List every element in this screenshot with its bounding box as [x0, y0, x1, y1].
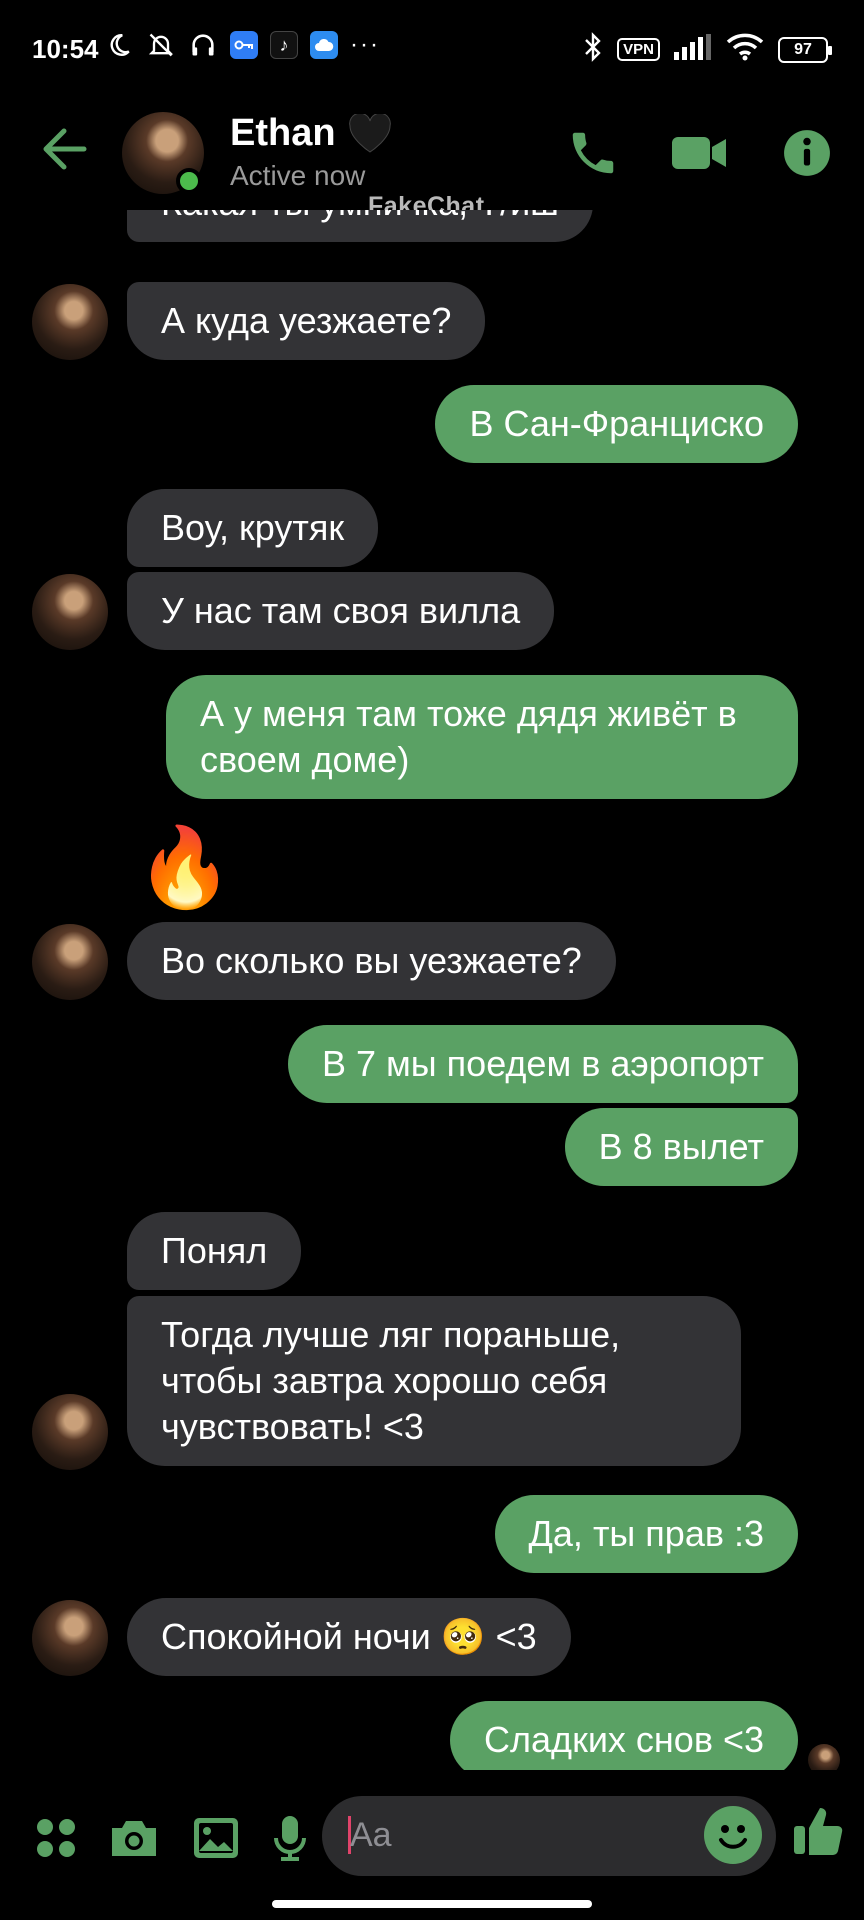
contact-avatar-small[interactable]: [32, 574, 108, 650]
microphone-icon: [274, 1816, 306, 1861]
status-time: 10:54: [32, 34, 99, 64]
message-outgoing[interactable]: В Сан-Франциско: [435, 385, 798, 463]
video-camera-icon: [672, 137, 726, 169]
message-incoming[interactable]: У нас там своя вилла: [127, 572, 555, 650]
contact-name: Ethan: [230, 112, 336, 154]
emoji-button[interactable]: [704, 1806, 762, 1864]
info-button[interactable]: [776, 122, 838, 184]
composer-bar: Aa: [0, 1790, 864, 1880]
wifi-icon: [726, 33, 764, 66]
more-actions-button[interactable]: [28, 1810, 84, 1866]
phone-icon: [572, 132, 614, 174]
message-incoming[interactable]: Воу, крутяк: [127, 489, 379, 567]
tiktok-icon: ♪: [270, 31, 298, 59]
image-icon: [194, 1818, 238, 1858]
message-incoming[interactable]: Понял: [127, 1212, 302, 1290]
seen-receipt-avatar: [808, 1744, 840, 1770]
online-indicator: [176, 168, 202, 194]
vpn-badge: VPN: [617, 38, 660, 61]
message-input[interactable]: Aa: [322, 1796, 776, 1876]
message-list[interactable]: Какая ты умничка, Т/иш А куда уезжаете? …: [0, 210, 864, 1770]
contact-avatar-small[interactable]: [32, 1394, 108, 1470]
message-incoming[interactable]: А куда уезжаете?: [127, 282, 486, 360]
battery-indicator: 97: [778, 36, 832, 63]
thumbs-up-icon: [794, 1808, 843, 1855]
status-icons-right: VPN 97: [583, 32, 832, 67]
gallery-button[interactable]: [188, 1810, 244, 1866]
message-outgoing[interactable]: Сладких снов <3: [450, 1701, 798, 1770]
status-icons-left: ♪ ···: [104, 30, 380, 60]
contact-avatar-small[interactable]: [32, 284, 108, 360]
contact-avatar-small[interactable]: [32, 1600, 108, 1676]
chat-header: Ethan Active now FakeChat: [0, 100, 864, 220]
message-outgoing[interactable]: В 8 вылет: [564, 1108, 798, 1186]
message-input-placeholder: Aa: [350, 1816, 392, 1854]
back-button[interactable]: [40, 126, 100, 176]
mute-bell-icon: [146, 30, 176, 60]
home-indicator[interactable]: [272, 1900, 592, 1908]
camera-button[interactable]: [106, 1810, 162, 1866]
headphones-icon: [188, 30, 218, 60]
voice-message-button[interactable]: [262, 1810, 318, 1866]
smiley-icon: [719, 1825, 747, 1849]
back-arrow-icon: [43, 128, 87, 170]
bluetooth-icon: [583, 32, 603, 67]
cloud-app-icon: [310, 31, 338, 59]
message-incoming[interactable]: Тогда лучше ляг пораньше, чтобы завтра х…: [127, 1296, 741, 1466]
fire-emoji-reaction[interactable]: 🔥: [136, 822, 233, 912]
four-dots-icon: [37, 1819, 75, 1857]
video-call-button[interactable]: [668, 122, 730, 184]
message-incoming[interactable]: Во сколько вы уезжаете?: [127, 922, 616, 1000]
signal-icon: [674, 34, 712, 65]
contact-avatar-small[interactable]: [32, 924, 108, 1000]
like-button[interactable]: [790, 1802, 846, 1858]
message-outgoing[interactable]: В 7 мы поедем в аэропорт: [288, 1025, 798, 1103]
message-incoming[interactable]: Какая ты умничка, Т/иш: [127, 210, 594, 242]
more-notifications-icon: ···: [350, 31, 380, 58]
key-app-icon: [230, 31, 258, 59]
black-heart-icon: [348, 113, 391, 153]
contact-status: Active now: [230, 160, 366, 191]
contact-name-row[interactable]: Ethan: [230, 112, 392, 155]
camera-icon: [112, 1821, 156, 1856]
message-incoming[interactable]: Спокойной ночи 🥺 <3: [127, 1598, 571, 1676]
message-outgoing[interactable]: А у меня там тоже дядя живёт в своем дом…: [166, 675, 798, 799]
info-icon: [784, 130, 830, 176]
message-outgoing[interactable]: Да, ты прав :3: [494, 1495, 798, 1573]
voice-call-button[interactable]: [562, 122, 624, 184]
moon-icon: [104, 30, 134, 60]
status-bar: 10:54 ♪ ··· VPN 97: [0, 0, 864, 100]
